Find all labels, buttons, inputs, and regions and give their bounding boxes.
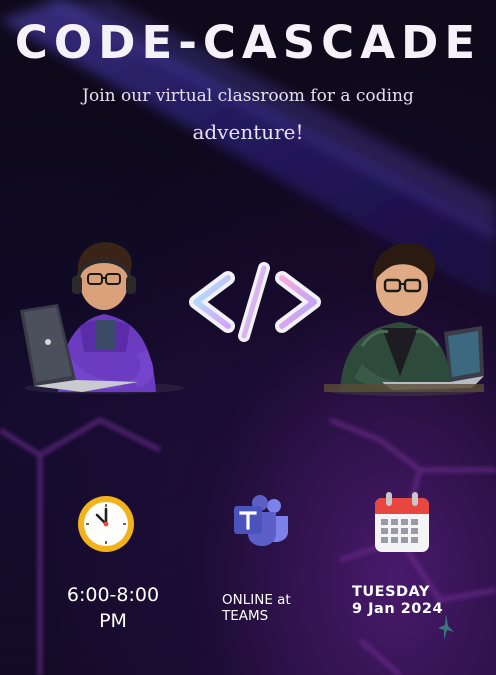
kid-coder-illustration	[324, 242, 484, 396]
event-poster: CODE-CASCADE Join our virtual classroom …	[0, 0, 496, 675]
event-time-line-2: PM	[99, 610, 127, 632]
event-time-line-1: 6:00-8:00	[66, 584, 160, 606]
subtitle-line-1: Join our virtual classroom for a coding	[82, 86, 414, 106]
event-location: ONLINE at TEAMS	[222, 592, 322, 624]
code-brackets-icon	[189, 262, 321, 342]
event-location-line-2: TEAMS	[222, 608, 269, 624]
clock-icon	[78, 496, 134, 552]
subtitle-line-2: adventure!	[192, 120, 304, 144]
event-location-line-1: ONLINE at	[222, 592, 291, 608]
sparkle-icon	[438, 614, 454, 640]
teams-icon	[234, 495, 288, 546]
teen-coder-illustration	[20, 242, 184, 394]
event-time: 6:00-8:00 PM	[48, 582, 178, 634]
calendar-icon	[375, 492, 429, 552]
event-date-line-1: TUESDAY	[352, 584, 430, 600]
event-title: CODE-CASCADE	[14, 16, 482, 69]
